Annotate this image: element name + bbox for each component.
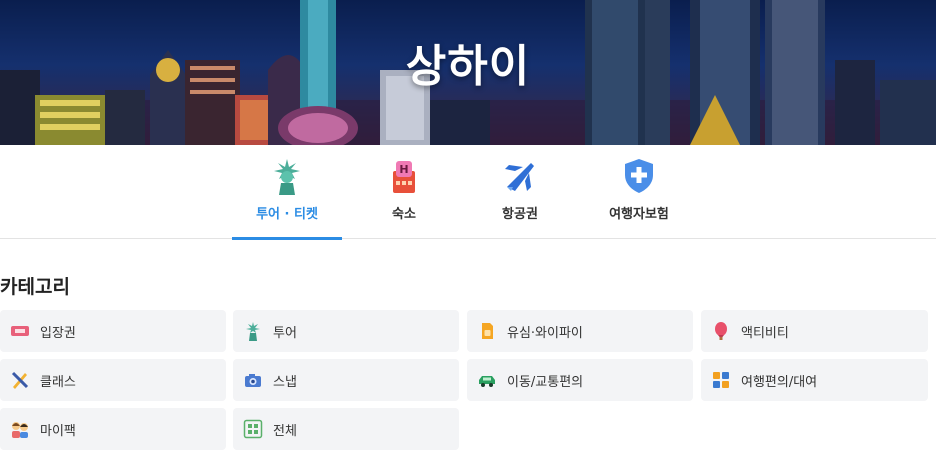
category-label: 클래스 xyxy=(40,375,76,390)
hotel-icon: H xyxy=(393,161,415,193)
hot-air-balloon-icon xyxy=(715,322,727,340)
category-section-title: 카테고리 xyxy=(0,276,70,298)
tab-label: 항공권 xyxy=(502,207,538,222)
car-icon xyxy=(479,376,495,387)
service-tabs: 투어 · 티켓 H 숙소 항공권 여행자보험 xyxy=(0,145,936,240)
ticket-icon xyxy=(11,326,29,336)
sim-card-icon xyxy=(482,323,493,339)
hero-banner: 상하이 xyxy=(0,0,936,145)
category-label: 이동/교통편의 xyxy=(507,375,584,390)
category-label: 입장권 xyxy=(40,326,76,341)
statue-of-liberty-icon xyxy=(274,159,300,195)
category-all[interactable]: 전체 xyxy=(233,408,459,450)
tab-label: 숙소 xyxy=(392,207,416,222)
tab-travel-insurance[interactable]: 여행자보험 xyxy=(584,145,694,239)
tab-accommodation[interactable]: H 숙소 xyxy=(349,145,459,239)
category-label: 전체 xyxy=(273,424,297,439)
category-class[interactable]: 클래스 xyxy=(0,359,226,401)
tab-tour-ticket[interactable]: 투어 · 티켓 xyxy=(232,145,342,240)
category-label: 유심·와이파이 xyxy=(507,326,583,341)
category-sim-wifi[interactable]: 유심·와이파이 xyxy=(467,310,693,352)
category-mypack[interactable]: 마이팩 xyxy=(0,408,226,450)
category-convenience-rental[interactable]: 여행편의/대여 xyxy=(701,359,928,401)
city-title: 상하이 xyxy=(405,41,531,92)
craft-tools-icon xyxy=(11,371,29,389)
tab-flights[interactable]: 항공권 xyxy=(465,145,575,239)
category-label: 투어 xyxy=(273,326,297,341)
svg-text:H: H xyxy=(399,163,408,176)
category-tour[interactable]: 투어 xyxy=(233,310,459,352)
statue-of-liberty-icon xyxy=(246,322,260,341)
category-transport[interactable]: 이동/교통편의 xyxy=(467,359,693,401)
category-label: 여행편의/대여 xyxy=(741,375,818,390)
camera-icon xyxy=(245,374,261,387)
grid-icon xyxy=(243,419,263,439)
insurance-shield-icon xyxy=(625,159,653,193)
family-icon xyxy=(12,422,28,438)
airplane-icon xyxy=(505,163,534,191)
tab-label: 투어 · 티켓 xyxy=(256,207,318,222)
tab-label: 여행자보험 xyxy=(609,207,669,222)
category-ticket[interactable]: 입장권 xyxy=(0,310,226,352)
category-snap[interactable]: 스냅 xyxy=(233,359,459,401)
category-label: 스냅 xyxy=(273,375,297,390)
category-label: 액티비티 xyxy=(741,326,789,341)
category-label: 마이팩 xyxy=(40,424,76,439)
convenience-keys-icon xyxy=(713,372,729,388)
category-activity[interactable]: 액티비티 xyxy=(701,310,928,352)
